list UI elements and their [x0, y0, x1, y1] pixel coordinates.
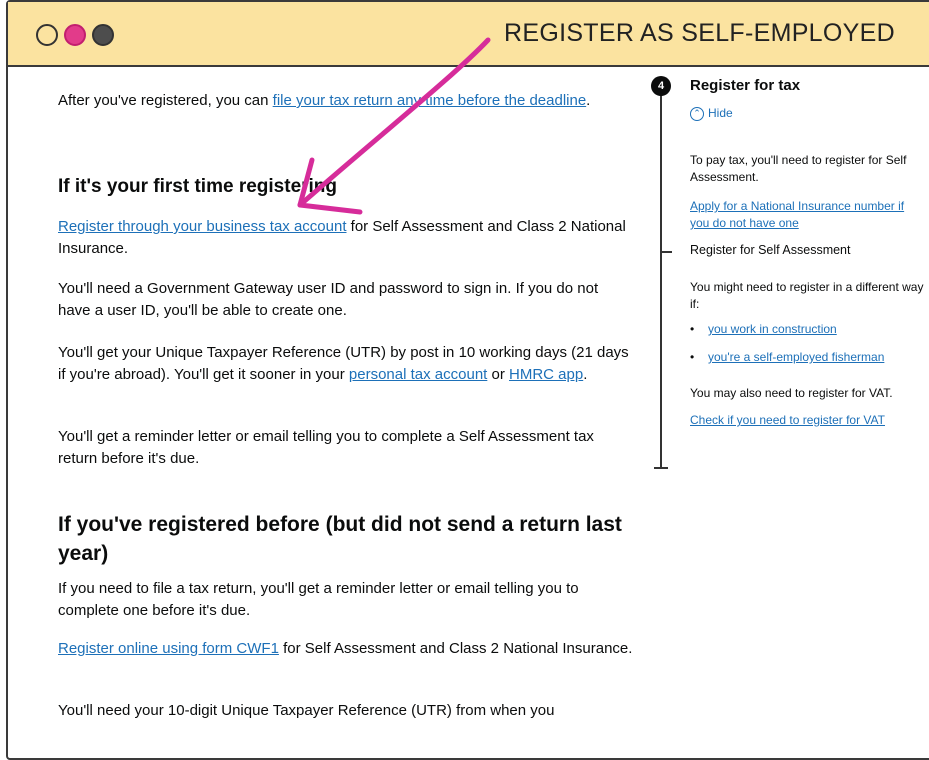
- first-time-p3: You'll get your Unique Taxpayer Referenc…: [58, 342, 633, 386]
- chevron-up-icon: ⌃: [690, 106, 704, 121]
- sidebar-intro: To pay tax, you'll need to register for …: [690, 153, 907, 184]
- sidebar-might-need: You might need to register in a differen…: [690, 280, 924, 311]
- registered-before-p3: You'll need your 10-digit Unique Taxpaye…: [58, 702, 555, 719]
- first-time-p1: Register through your business tax accou…: [58, 216, 633, 260]
- personal-tax-account-link[interactable]: personal tax account: [349, 366, 487, 383]
- sidebar-bullet: you're a self-employed fisherman: [690, 350, 925, 364]
- cwf1-form-link[interactable]: Register online using form CWF1: [58, 640, 279, 657]
- step-timeline-tick: [660, 251, 672, 253]
- business-tax-account-link[interactable]: Register through your business tax accou…: [58, 218, 347, 235]
- file-tax-return-link[interactable]: file your tax return any time before the…: [273, 92, 587, 109]
- window-title: REGISTER AS SELF-EMPLOYED: [504, 19, 895, 47]
- step-timeline-end: [654, 467, 668, 469]
- intro-paragraph: After you've registered, you can file yo…: [58, 90, 633, 112]
- step-number-badge: 4: [651, 76, 671, 96]
- registered-before-p1: If you need to file a tax return, you'll…: [58, 580, 579, 619]
- hide-label: Hide: [708, 106, 733, 120]
- construction-link[interactable]: you work in construction: [708, 322, 837, 336]
- utr-end: .: [583, 366, 588, 383]
- sidebar-current-step: Register for Self Assessment: [690, 243, 851, 257]
- sidebar-vat-text: You may also need to register for VAT.: [690, 386, 893, 400]
- sidebar-bullet: you work in construction: [690, 322, 925, 336]
- first-time-p2: You'll need a Government Gateway user ID…: [58, 280, 599, 319]
- fisherman-link[interactable]: you're a self-employed fisherman: [708, 350, 884, 364]
- heading-first-time: If it's your first time registering: [58, 176, 338, 197]
- utr-or: or: [487, 366, 510, 383]
- intro-end: .: [586, 92, 591, 109]
- cwf1-text: for Self Assessment and Class 2 National…: [278, 640, 633, 657]
- step-timeline-line: [660, 86, 662, 468]
- heading-registered-before: If you've registered before (but did not…: [58, 513, 622, 565]
- registered-before-p2: Register online using form CWF1 for Self…: [58, 638, 633, 660]
- window-minimize-dot[interactable]: [64, 24, 86, 46]
- intro-text: After you've registered, you can: [58, 92, 273, 109]
- first-time-p4: You'll get a reminder letter or email te…: [58, 428, 594, 467]
- hide-toggle[interactable]: ⌃ Hide: [690, 106, 925, 121]
- window-maximize-dot[interactable]: [92, 24, 114, 46]
- window-close-dot[interactable]: [36, 24, 58, 46]
- sidebar-step-title: Register for tax: [690, 77, 801, 94]
- national-insurance-link[interactable]: Apply for a National Insurance number if…: [690, 199, 904, 230]
- vat-check-link[interactable]: Check if you need to register for VAT: [690, 413, 885, 427]
- hmrc-app-link[interactable]: HMRC app: [509, 366, 583, 383]
